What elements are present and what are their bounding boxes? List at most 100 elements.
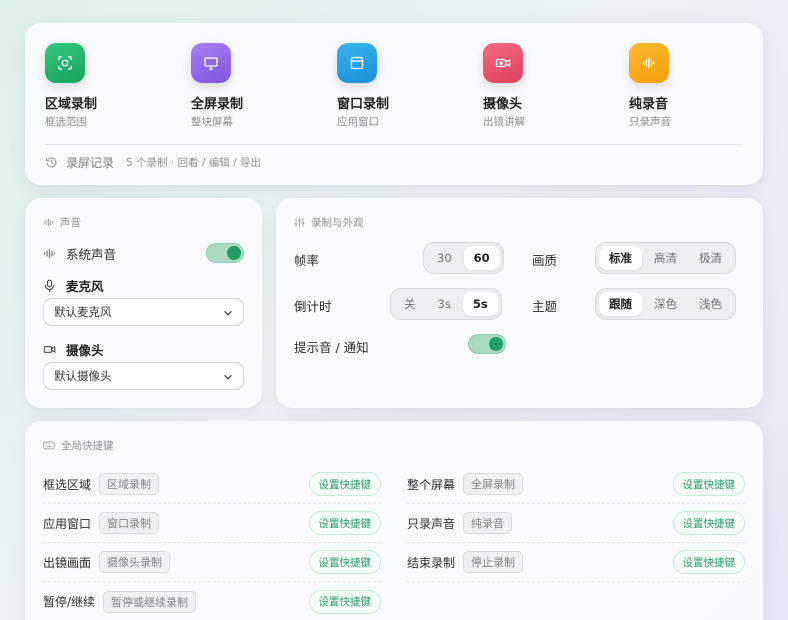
- countdown-option-off[interactable]: 关: [394, 292, 426, 316]
- camera-select-value: 默认摄像头: [54, 369, 112, 383]
- set-shortcut-button[interactable]: 设置快捷键: [308, 472, 381, 496]
- quality-segmented-control: 标准 高清 极清: [595, 242, 736, 274]
- mode-title: 窗口录制: [337, 97, 390, 112]
- keyboard-icon: [43, 441, 55, 450]
- recording-history-link[interactable]: 录屏记录 5 个录制 · 回看 / 编辑 / 导出: [45, 154, 261, 171]
- mode-window-record[interactable]: 窗口录制 应用窗口: [337, 43, 457, 129]
- microphone-icon: [44, 279, 55, 292]
- region-capture-icon: [45, 43, 85, 83]
- countdown-label: 倒计时: [294, 299, 332, 314]
- fps-option-30[interactable]: 30: [427, 246, 462, 270]
- quality-option-ultra[interactable]: 极清: [689, 246, 732, 270]
- fps-option-60[interactable]: 60: [463, 246, 500, 270]
- mode-audio-record[interactable]: 纯录音 只录声音: [629, 43, 749, 129]
- mode-subtitle: 只录声音: [629, 116, 671, 128]
- mode-title: 全屏录制: [191, 97, 244, 112]
- chevron-down-icon: [224, 374, 232, 380]
- mode-subtitle: 框选范围: [45, 116, 87, 128]
- window-icon: [337, 43, 377, 83]
- shortcut-row: 整个屏幕 全屏录制 设置快捷键: [407, 465, 745, 504]
- set-shortcut-button[interactable]: 设置快捷键: [672, 550, 745, 574]
- capture-modes-card: 区域录制 框选范围 全屏录制 整块屏幕 窗口录制 应用窗口 摄像头 出镜讲解 纯…: [25, 23, 763, 185]
- shortcut-name: 只录声音: [407, 516, 456, 531]
- recording-section-header: 录制与外观: [294, 215, 364, 230]
- microphone-select-value: 默认麦克风: [54, 305, 112, 319]
- audio-wave-icon: [629, 43, 669, 83]
- section-title: 录制与外观: [311, 217, 364, 229]
- quality-option-hd[interactable]: 高清: [644, 246, 687, 270]
- set-shortcut-button[interactable]: 设置快捷键: [308, 550, 381, 574]
- history-label: 录屏记录: [66, 156, 115, 170]
- shortcut-row: 结束录制 停止录制 设置快捷键: [407, 543, 745, 582]
- audio-wave-icon: [44, 248, 55, 258]
- shortcut-name: 框选区域: [43, 477, 92, 492]
- shortcut-action-tag: 窗口录制: [99, 512, 160, 534]
- shortcut-action-tag: 停止录制: [463, 551, 524, 573]
- theme-option-light[interactable]: 浅色: [689, 292, 732, 316]
- mode-title: 区域录制: [45, 97, 98, 112]
- shortcuts-right-column: 整个屏幕 全屏录制 设置快捷键 只录声音 纯录音 设置快捷键 结束录制 停止录制…: [407, 465, 745, 582]
- set-shortcut-button[interactable]: 设置快捷键: [308, 511, 381, 535]
- shortcut-name: 应用窗口: [43, 516, 92, 531]
- countdown-segmented-control: 关 3s 5s: [390, 288, 502, 320]
- shortcut-row: 应用窗口 窗口录制 设置快捷键: [43, 504, 381, 543]
- camera-select[interactable]: 默认摄像头: [43, 362, 244, 390]
- camera-icon: [483, 43, 523, 83]
- audio-settings-card: 声音 系统声音 麦克风 默认麦克风 摄像头 默认摄像头: [25, 198, 262, 408]
- theme-label: 主题: [532, 299, 558, 314]
- history-detail: 5 个录制 · 回看 / 编辑 / 导出: [126, 157, 261, 169]
- audio-section-header: 声音: [43, 215, 81, 230]
- shortcut-name: 整个屏幕: [407, 477, 456, 492]
- set-shortcut-button[interactable]: 设置快捷键: [672, 511, 745, 535]
- fps-label: 帧率: [294, 253, 320, 268]
- microphone-label: 麦克风: [66, 279, 104, 294]
- shortcut-action-tag: 纯录音: [463, 512, 513, 534]
- fps-segmented-control: 30 60: [423, 242, 504, 274]
- recording-settings-card: 录制与外观 帧率 30 60 画质 标准 高清 极清 倒计时 关 3s 5s 主…: [276, 198, 763, 408]
- quality-label: 画质: [532, 253, 558, 268]
- system-sound-toggle[interactable]: [206, 243, 244, 263]
- mode-subtitle: 整块屏幕: [191, 116, 233, 128]
- camera-label: 摄像头: [66, 343, 104, 358]
- shortcut-name: 出镜画面: [43, 555, 92, 570]
- sliders-icon: [294, 217, 305, 228]
- mode-subtitle: 出镜讲解: [483, 116, 525, 128]
- shortcut-action-tag: 全屏录制: [463, 473, 524, 495]
- countdown-option-5s[interactable]: 5s: [462, 292, 498, 316]
- system-sound-label: 系统声音: [66, 246, 117, 262]
- mode-region-record[interactable]: 区域录制 框选范围: [45, 43, 165, 129]
- countdown-option-3s[interactable]: 3s: [428, 292, 461, 316]
- shortcuts-left-column: 框选区域 区域录制 设置快捷键 应用窗口 窗口录制 设置快捷键 出镜画面 摄像头…: [43, 465, 381, 620]
- shortcut-row: 框选区域 区域录制 设置快捷键: [43, 465, 381, 504]
- theme-segmented-control: 跟随 深色 浅色: [595, 288, 736, 320]
- camera-icon: [43, 346, 56, 353]
- toggle-knob: [227, 246, 241, 260]
- mode-title: 摄像头: [483, 97, 523, 112]
- mode-subtitle: 应用窗口: [337, 116, 379, 128]
- mode-fullscreen-record[interactable]: 全屏录制 整块屏幕: [191, 43, 311, 129]
- capture-modes: 区域录制 框选范围 全屏录制 整块屏幕 窗口录制 应用窗口 摄像头 出镜讲解 纯…: [45, 43, 743, 153]
- shortcuts-section-header: 全局快捷键: [43, 438, 114, 453]
- microphone-select[interactable]: 默认麦克风: [43, 298, 244, 326]
- shortcut-name: 暂停/继续: [43, 595, 96, 609]
- notify-label: 提示音 / 通知: [294, 340, 369, 355]
- monitor-icon: [191, 43, 231, 83]
- set-shortcut-button[interactable]: 设置快捷键: [672, 472, 745, 496]
- history-icon: [46, 157, 57, 168]
- quality-option-standard[interactable]: 标准: [599, 246, 642, 270]
- section-title: 声音: [60, 217, 81, 229]
- system-sound-row: 系统声音: [43, 242, 244, 264]
- divider: [45, 144, 743, 145]
- mode-title: 纯录音: [629, 97, 669, 112]
- section-title: 全局快捷键: [61, 440, 114, 452]
- notify-toggle[interactable]: [468, 334, 506, 354]
- shortcut-row: 暂停/继续 暂停或继续录制 设置快捷键: [43, 582, 381, 620]
- set-shortcut-button[interactable]: 设置快捷键: [308, 589, 381, 614]
- shortcut-name: 结束录制: [407, 555, 456, 570]
- chevron-down-icon: [224, 310, 232, 316]
- theme-option-dark[interactable]: 深色: [644, 292, 687, 316]
- mode-camera-record[interactable]: 摄像头 出镜讲解: [483, 43, 603, 129]
- shortcut-action-tag: 暂停或继续录制: [103, 590, 197, 613]
- shortcut-action-tag: 摄像头录制: [99, 551, 171, 573]
- theme-option-follow[interactable]: 跟随: [599, 292, 642, 316]
